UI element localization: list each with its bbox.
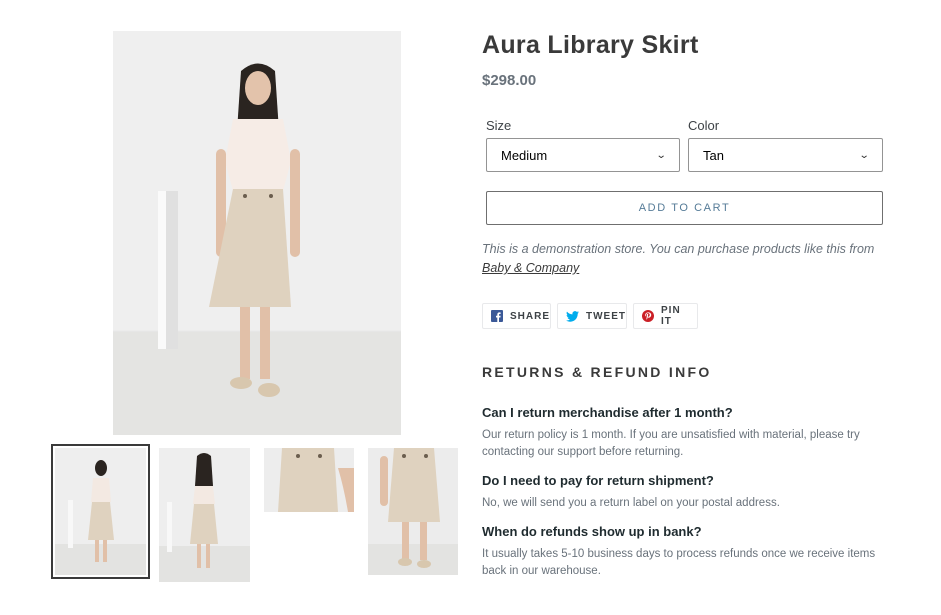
twitter-icon (566, 310, 579, 322)
thumbnail-detail-hem[interactable] (368, 448, 458, 575)
faq-question: Can I return merchandise after 1 month? (482, 405, 733, 420)
returns-heading: RETURNS & REFUND INFO (482, 364, 712, 380)
thumbnail-front[interactable] (51, 444, 150, 579)
share-facebook-button[interactable]: SHARE (482, 303, 551, 329)
color-label: Color (688, 118, 720, 133)
main-product-image[interactable] (113, 31, 401, 435)
faq-question: When do refunds show up in bank? (482, 524, 702, 539)
faq-answer: No, we will send you a return label on y… (482, 497, 780, 509)
facebook-icon (491, 310, 503, 322)
thumbnail-back[interactable] (159, 448, 250, 582)
share-twitter-button[interactable]: TWEET (557, 303, 627, 329)
pinterest-icon (642, 310, 654, 322)
store-link[interactable]: Baby & Company (482, 261, 579, 275)
share-twitter-label: TWEET (586, 310, 626, 322)
size-label: Size (486, 118, 512, 133)
demo-store-text: This is a demonstration store. You can p… (482, 242, 875, 256)
chevron-down-icon: ⌄ (655, 149, 667, 161)
faq-answer: It usually takes 5-10 business days to p… (482, 548, 876, 577)
thumbnail-detail-pocket[interactable] (264, 448, 354, 512)
product-title: Aura Library Skirt (482, 31, 699, 59)
size-select-value: Medium (501, 147, 548, 163)
share-pinterest-button[interactable]: PIN IT (633, 303, 698, 329)
chevron-down-icon: ⌄ (858, 149, 870, 161)
size-select[interactable]: Medium ⌄ (486, 138, 680, 172)
model-photo (113, 31, 401, 435)
color-select-value: Tan (703, 147, 724, 163)
share-facebook-label: SHARE (510, 310, 551, 322)
add-to-cart-button[interactable]: ADD TO CART (486, 191, 883, 225)
faq-answer: Our return policy is 1 month. If you are… (482, 429, 860, 458)
product-price: $298.00 (482, 72, 537, 89)
faq-question: Do I need to pay for return shipment? (482, 473, 714, 488)
color-select[interactable]: Tan ⌄ (688, 138, 883, 172)
share-pinterest-label: PIN IT (661, 305, 681, 327)
demo-store-notice: This is a demonstration store. You can p… (482, 240, 887, 278)
